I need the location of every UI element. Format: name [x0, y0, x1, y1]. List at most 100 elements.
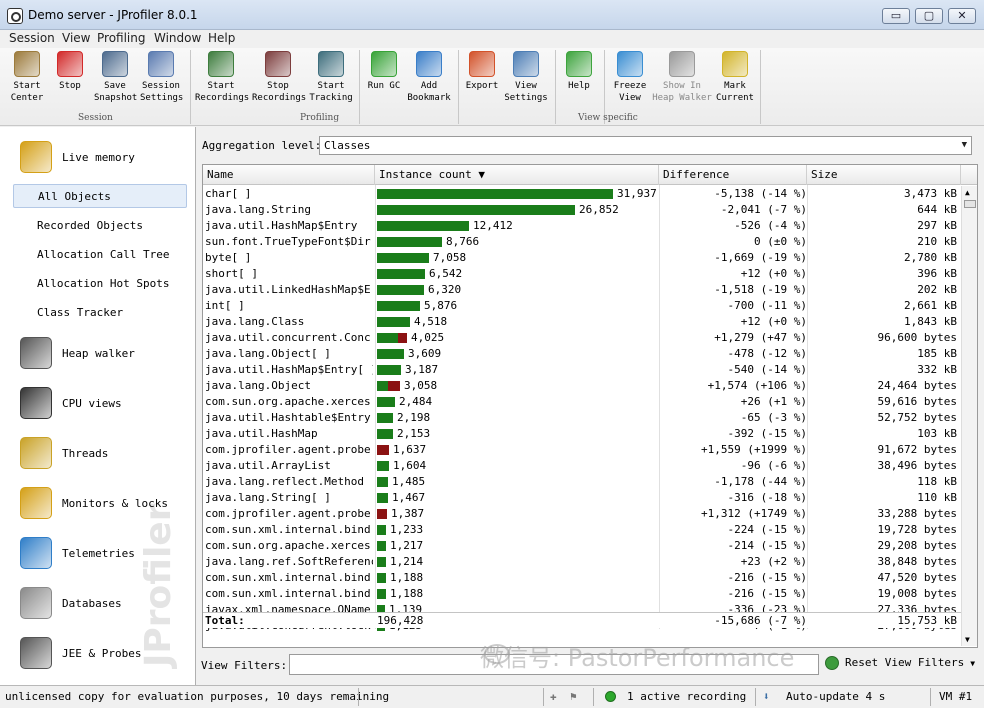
chevron-down-icon[interactable]: ▼ [970, 659, 975, 668]
instance-count-cell: 1,188 [377, 570, 659, 586]
scrollbar-thumb[interactable] [964, 200, 976, 208]
instance-count-value: 5,876 [424, 299, 458, 312]
freeze-view-button[interactable]: Freeze View [610, 51, 650, 104]
floppy-disk-icon [102, 51, 128, 77]
database-icon [20, 587, 52, 619]
reset-view-filters-label: Reset View Filters [845, 656, 965, 669]
difference-cell: +1,574 (+106 %) [707, 379, 807, 392]
sidebar-item-recorded-objects[interactable]: Recorded Objects [13, 214, 187, 238]
column-header-name[interactable]: Name [203, 165, 375, 185]
table-row[interactable]: com.sun.org.apache.xerces... 1,217 -214 (-… [203, 538, 961, 554]
table-row[interactable]: java.util.LinkedHashMap$E... 6,320 -1,518 … [203, 282, 961, 298]
table-row[interactable]: java.lang.Object[ ] 3,609 -478 (-12 %) 185 … [203, 346, 961, 362]
instance-count-bar [377, 541, 386, 551]
class-name-cell: java.lang.Class [205, 315, 305, 328]
reset-view-filters-button[interactable]: Reset View Filters ▼ [825, 656, 975, 670]
menu-session[interactable]: Session [9, 31, 55, 45]
table-row[interactable]: com.jprofiler.agent.probe... 1,637 +1,559 … [203, 442, 961, 458]
class-name-cell: java.util.HashMap [205, 427, 318, 440]
view-settings-button[interactable]: View Settings [504, 51, 548, 104]
menu-view[interactable]: View [62, 31, 90, 45]
size-cell: 396 kB [917, 267, 957, 280]
table-row[interactable]: java.lang.String[ ] 1,467 -316 (-18 %) 110 … [203, 490, 961, 506]
instance-count-value: 8,766 [446, 235, 480, 248]
objects-table: Name Instance count ▼ Difference Size ch… [202, 164, 978, 648]
table-row[interactable]: sun.font.TrueTypeFont$Dir... 8,766 0 (±0 %… [203, 234, 961, 250]
aggregation-level-select[interactable]: Classes ▼ [319, 136, 972, 155]
table-row[interactable]: com.sun.org.apache.xerces... 2,484 +26 (+1… [203, 394, 961, 410]
auto-update-status[interactable]: Auto-update 4 s [786, 690, 885, 703]
table-row[interactable]: short[ ] 6,542 +12 (+0 %) 396 kB [203, 266, 961, 282]
class-name-cell: java.lang.Object [205, 379, 311, 392]
table-row[interactable]: java.util.concurrent.Conc... 4,025 +1,279 … [203, 330, 961, 346]
instance-count-value: 1,637 [393, 443, 427, 456]
table-row[interactable]: com.sun.xml.internal.bind.... 1,188 -216 (… [203, 586, 961, 602]
sidebar-item-allocation-hot-spots[interactable]: Allocation Hot Spots [13, 272, 187, 296]
all-objects-view: Aggregation level: Classes ▼ Name Instan… [197, 127, 984, 685]
sidebar-item-allocation-call-tree[interactable]: Allocation Call Tree [13, 243, 187, 267]
run-gc-button[interactable]: Run GC [364, 51, 404, 92]
table-row[interactable]: char[ ] 31,937 -5,138 (-14 %) 3,473 kB [203, 186, 961, 202]
start-recordings-button[interactable]: Start Recordings [195, 51, 249, 104]
view-settings-icon [513, 51, 539, 77]
save-snapshot-button[interactable]: Save Snapshot [94, 51, 137, 104]
close-button[interactable]: ✕ [948, 8, 976, 24]
toolbar-separator [458, 50, 459, 124]
column-header-difference[interactable]: Difference [659, 165, 807, 185]
sidebar-item-all-objects[interactable]: All Objects [13, 184, 187, 208]
start-tracking-button[interactable]: Start Tracking [308, 51, 354, 104]
start-center-button[interactable]: Start Center [8, 51, 46, 104]
size-cell: 202 kB [917, 283, 957, 296]
menu-profiling[interactable]: Profiling [97, 31, 146, 45]
instance-count-bar [377, 589, 386, 599]
menu-help[interactable]: Help [208, 31, 235, 45]
stop-button[interactable]: Stop [52, 51, 88, 92]
stop-icon [57, 51, 83, 77]
mark-current-button[interactable]: Mark Current [714, 51, 756, 104]
menu-bar: Session View Profiling Window Help [0, 30, 984, 48]
table-row[interactable]: java.lang.String 26,852 -2,041 (-7 %) 644 k… [203, 202, 961, 218]
instance-count-bar [377, 317, 410, 327]
stop-recordings-button[interactable]: Stop Recordings [252, 51, 306, 104]
table-row[interactable]: com.sun.xml.internal.bind.... 1,233 -224 (… [203, 522, 961, 538]
table-row[interactable]: java.util.HashMap$Entry 12,412 -526 (-4 %)… [203, 218, 961, 234]
minimize-button[interactable]: ▭ [882, 8, 910, 24]
pin-icon[interactable]: ✚ [550, 690, 557, 703]
show-in-heap-walker-button[interactable]: Show In Heap Walker [652, 51, 712, 104]
table-row[interactable]: java.lang.Class 4,518 +12 (+0 %) 1,843 kB [203, 314, 961, 330]
table-row[interactable]: int[ ] 5,876 -700 (-11 %) 2,661 kB [203, 298, 961, 314]
table-row[interactable]: java.util.HashMap$Entry[ ] 3,187 -540 (-14… [203, 362, 961, 378]
table-row[interactable]: com.sun.xml.internal.bind.... 1,188 -216 (… [203, 570, 961, 586]
instance-count-value: 1,387 [391, 507, 425, 520]
table-row[interactable]: java.lang.Object 3,058 +1,574 (+106 %) 24,4… [203, 378, 961, 394]
table-row[interactable]: java.lang.ref.SoftReference 1,214 +23 (+2 … [203, 554, 961, 570]
scroll-down-icon[interactable]: ▼ [965, 635, 970, 644]
camera-icon [20, 337, 52, 369]
table-row[interactable]: java.util.ArrayList 1,604 -96 (-6 %) 38,496… [203, 458, 961, 474]
vertical-scrollbar[interactable]: ▲ ▼ [961, 186, 977, 646]
sidebar-item-class-tracker[interactable]: Class Tracker [13, 301, 187, 325]
status-separator [930, 688, 931, 706]
maximize-button[interactable]: ▢ [915, 8, 943, 24]
size-cell: 96,600 bytes [877, 331, 957, 344]
probe-gauge-icon [20, 637, 52, 669]
table-row[interactable]: java.util.Hashtable$Entry 2,198 -65 (-3 %)… [203, 410, 961, 426]
table-row[interactable]: com.jprofiler.agent.probe.o 1,387 +1,312 (… [203, 506, 961, 522]
table-row[interactable]: java.util.HashMap 2,153 -392 (-15 %) 103 kB [203, 426, 961, 442]
scroll-up-icon[interactable]: ▲ [965, 188, 970, 197]
help-button[interactable]: Help [561, 51, 597, 92]
add-bookmark-button[interactable]: Add Bookmark [406, 51, 452, 104]
menu-window[interactable]: Window [154, 31, 201, 45]
active-recording-status[interactable]: 1 active recording [627, 690, 746, 703]
column-header-size[interactable]: Size [807, 165, 961, 185]
table-row[interactable]: byte[ ] 7,058 -1,669 (-19 %) 2,780 kB [203, 250, 961, 266]
bookmark-flag-icon[interactable]: ⚑ [570, 690, 577, 703]
instance-count-bar [377, 221, 469, 231]
difference-bar [388, 381, 400, 391]
session-settings-button[interactable]: Session Settings [140, 51, 183, 104]
table-row[interactable]: java.lang.reflect.Method 1,485 -1,178 (-44… [203, 474, 961, 490]
wechat-watermark: 微信号: PastorPerformance [480, 644, 795, 672]
export-button[interactable]: Export [462, 51, 502, 92]
column-header-instance-count[interactable]: Instance count ▼ [375, 165, 659, 185]
difference-cell: -216 (-15 %) [727, 571, 807, 584]
